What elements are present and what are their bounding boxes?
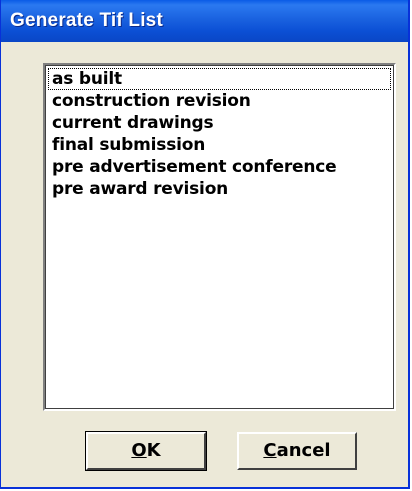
list-item[interactable]: current drawings <box>48 112 391 134</box>
list-items: as built construction revision current d… <box>48 68 391 200</box>
window-title: Generate Tif List <box>10 10 163 31</box>
list-item[interactable]: pre award revision <box>48 178 391 200</box>
list-item[interactable]: as built <box>48 68 391 90</box>
cancel-button-accelerator: C <box>263 440 277 461</box>
ok-button[interactable]: OK <box>85 431 207 471</box>
list-item[interactable]: pre advertisement conference <box>48 156 391 178</box>
list-item[interactable]: construction revision <box>48 90 391 112</box>
title-bar[interactable]: Generate Tif List <box>1 0 408 42</box>
cancel-button-label: ancel <box>276 440 331 461</box>
list-item[interactable]: final submission <box>48 134 391 156</box>
ok-button-accelerator: O <box>131 440 147 461</box>
tif-list-box[interactable]: as built construction revision current d… <box>43 63 396 411</box>
ok-button-label: K <box>146 440 161 461</box>
cancel-button[interactable]: Cancel <box>237 432 357 470</box>
generate-tif-list-dialog: Generate Tif List as built construction … <box>0 0 410 489</box>
